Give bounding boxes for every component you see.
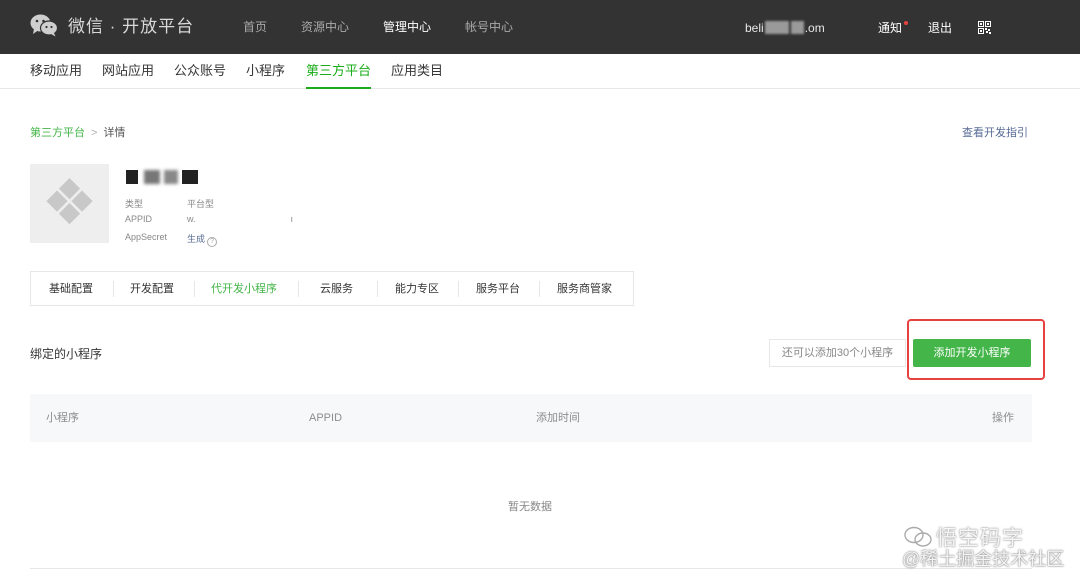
nav-management[interactable]: 管理中心 bbox=[383, 0, 431, 54]
email-redaction bbox=[790, 21, 804, 34]
app-logo-placeholder bbox=[30, 164, 109, 243]
notice-link[interactable]: 通知 bbox=[878, 0, 909, 56]
appid-value: w. ı bbox=[187, 214, 293, 224]
breadcrumb-current: 详情 bbox=[103, 127, 126, 139]
notice-label: 通知 bbox=[878, 21, 903, 35]
tab-divider bbox=[539, 281, 540, 297]
chevron-right-icon: > bbox=[91, 127, 98, 139]
nav-resources[interactable]: 资源中心 bbox=[301, 0, 349, 54]
remaining-count-badge: 还可以添加30个小程序 bbox=[769, 339, 906, 367]
dev-guide-link[interactable]: 查看开发指引 bbox=[962, 124, 1028, 140]
subnav-app-category[interactable]: 应用类目 bbox=[391, 54, 443, 88]
info-appid-row: APPID w. ı bbox=[125, 214, 293, 224]
subnav-mini-program[interactable]: 小程序 bbox=[246, 54, 285, 88]
tab-basic-config[interactable]: 基础配置 bbox=[49, 272, 93, 306]
type-value: 平台型 bbox=[187, 199, 215, 209]
tab-divider bbox=[194, 281, 195, 297]
qrcode-icon[interactable] bbox=[978, 21, 991, 34]
logo[interactable]: 微信 · 开放平台 bbox=[30, 12, 194, 37]
watermark-line2: @稀土掘金技术社区 bbox=[902, 549, 1065, 569]
table-divider bbox=[30, 568, 1032, 569]
notice-dot-icon bbox=[904, 21, 909, 25]
sub-nav: 移动应用 网站应用 公众账号 小程序 第三方平台 应用类目 bbox=[0, 54, 1080, 89]
email-redaction bbox=[764, 21, 789, 34]
tab-service-platform[interactable]: 服务平台 bbox=[476, 272, 520, 306]
help-icon[interactable]: ? bbox=[207, 237, 218, 247]
column-header-added-time: 添加时间 bbox=[536, 412, 580, 424]
appsecret-label: AppSecret bbox=[125, 232, 168, 242]
tab-capability-zone[interactable]: 能力专区 bbox=[395, 272, 439, 306]
tab-divider bbox=[298, 281, 299, 297]
nav-account[interactable]: 帐号中心 bbox=[465, 0, 513, 54]
breadcrumb-parent[interactable]: 第三方平台 bbox=[30, 127, 85, 139]
info-secret-row: AppSecret 生成? bbox=[125, 232, 218, 247]
top-nav: 首页 资源中心 管理中心 帐号中心 bbox=[243, 0, 547, 54]
wechat-logo-icon bbox=[30, 14, 58, 36]
column-header-mini-program: 小程序 bbox=[46, 412, 79, 424]
subnav-official-account[interactable]: 公众账号 bbox=[174, 54, 226, 88]
tab-divider bbox=[377, 281, 378, 297]
breadcrumb: 第三方平台 > 详情 bbox=[30, 124, 125, 140]
tab-divider bbox=[113, 281, 114, 297]
appid-label: APPID bbox=[125, 214, 153, 224]
user-email[interactable]: beli .om bbox=[745, 0, 825, 56]
subnav-website-app[interactable]: 网站应用 bbox=[102, 54, 154, 88]
logout-link[interactable]: 退出 bbox=[928, 0, 952, 56]
appsecret-value: 生成? bbox=[187, 232, 218, 247]
app-name-redacted bbox=[124, 168, 200, 186]
column-header-appid: APPID bbox=[309, 412, 343, 424]
top-bar: 微信 · 开放平台 首页 资源中心 管理中心 帐号中心 beli .om 通知 退… bbox=[0, 0, 1080, 54]
empty-state: 暂无数据 bbox=[508, 501, 552, 513]
tab-dev-config[interactable]: 开发配置 bbox=[130, 272, 174, 306]
tab-cloud-service[interactable]: 云服务 bbox=[320, 272, 353, 306]
subnav-mobile-app[interactable]: 移动应用 bbox=[30, 54, 82, 88]
column-header-actions: 操作 bbox=[992, 412, 1014, 424]
highlight-box bbox=[907, 319, 1045, 380]
tab-proxy-dev-mini-program[interactable]: 代开发小程序 bbox=[211, 272, 277, 306]
nav-home[interactable]: 首页 bbox=[243, 0, 267, 54]
appid-value-text: w. bbox=[187, 214, 196, 224]
placeholder-logo-icon bbox=[46, 178, 93, 225]
logo-text: 微信 · 开放平台 bbox=[68, 17, 195, 36]
config-tabs: 基础配置 开发配置 代开发小程序 云服务 能力专区 服务平台 服务商管家 bbox=[30, 271, 634, 306]
table-header: 小程序 APPID 添加时间 操作 bbox=[30, 394, 1032, 442]
subnav-third-party[interactable]: 第三方平台 bbox=[306, 54, 372, 89]
type-label: 类型 bbox=[125, 199, 144, 209]
email-prefix: beli bbox=[745, 21, 764, 35]
appid-tail: ı bbox=[290, 214, 294, 224]
section-title: 绑定的小程序 bbox=[30, 347, 103, 361]
info-type-row: 类型 平台型 bbox=[125, 197, 214, 210]
tab-service-provider-manager[interactable]: 服务商管家 bbox=[557, 272, 612, 306]
tab-divider bbox=[458, 281, 459, 297]
email-suffix: .om bbox=[804, 21, 825, 35]
generate-secret-link[interactable]: 生成 bbox=[187, 234, 205, 244]
